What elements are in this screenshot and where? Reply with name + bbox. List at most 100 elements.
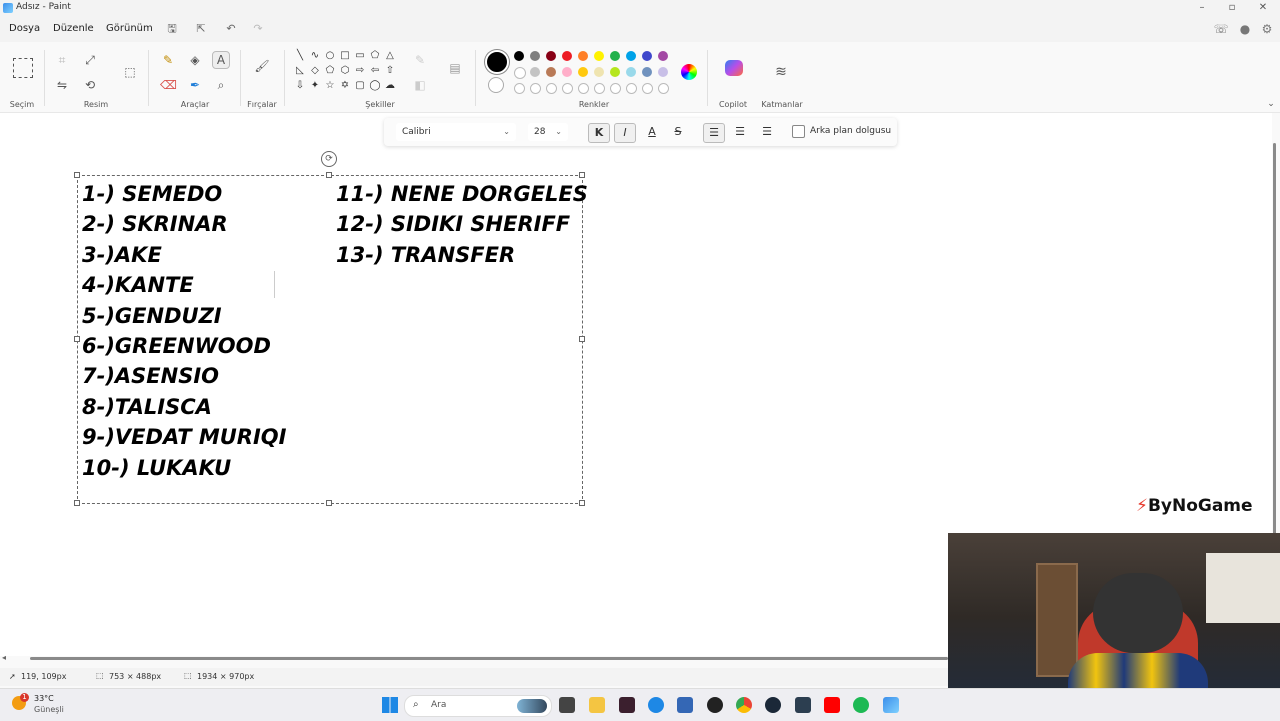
app-icon[interactable] — [707, 697, 723, 713]
palette-color-swatch[interactable] — [562, 67, 572, 77]
palette-color-swatch[interactable] — [610, 67, 620, 77]
text-tool-icon[interactable]: A — [212, 51, 230, 69]
ribbon-collapse-icon[interactable]: ⌄ — [1263, 96, 1279, 112]
taskbar-search[interactable]: ⌕ Ara — [404, 695, 552, 717]
fill-bucket-icon[interactable]: ◈ — [187, 52, 203, 68]
outline-icon[interactable]: ✎ — [412, 52, 428, 68]
font-family-select[interactable]: Calibri ⌄ — [396, 123, 516, 141]
custom-color-slot[interactable] — [514, 83, 525, 94]
selection-tool-icon[interactable] — [13, 58, 33, 78]
custom-color-slot[interactable] — [546, 83, 557, 94]
palette-color-swatch[interactable] — [546, 67, 556, 77]
align-right-icon[interactable]: ☰ — [757, 123, 777, 141]
palette-color-swatch[interactable] — [594, 67, 604, 77]
minimize-button[interactable]: – — [1191, 1, 1213, 15]
menu-edit[interactable]: Düzenle — [53, 23, 94, 34]
copilot-icon[interactable] — [725, 60, 743, 76]
custom-color-slot[interactable] — [626, 83, 637, 94]
share-icon[interactable]: ⇱ — [193, 21, 209, 37]
resize-icon[interactable]: ⤢ — [82, 52, 98, 68]
chrome-icon[interactable] — [736, 697, 752, 713]
edge-icon[interactable] — [648, 697, 664, 713]
resize-handle[interactable] — [579, 500, 585, 506]
text-box[interactable]: 1-) SEMEDO 2-) SKRINAR 3-)AKE 4-)KANTE 5-)GE… — [77, 175, 588, 504]
custom-color-slot[interactable] — [658, 83, 669, 94]
flip-icon[interactable]: ⇋ — [54, 77, 70, 93]
palette-color-swatch[interactable] — [610, 51, 620, 61]
store-icon[interactable] — [677, 697, 693, 713]
line-shape-icon[interactable]: ╲ — [294, 50, 306, 62]
palette-color-swatch[interactable] — [642, 67, 652, 77]
steam-icon[interactable] — [765, 697, 781, 713]
left-arrow-shape-icon[interactable]: ⇦ — [369, 65, 381, 77]
palette-color-swatch[interactable] — [658, 51, 668, 61]
palette-color-swatch[interactable] — [642, 51, 652, 61]
custom-color-slot[interactable] — [530, 83, 541, 94]
rectangle-shape-icon[interactable]: □ — [339, 50, 351, 62]
undo-icon[interactable]: ↶ — [223, 21, 239, 37]
custom-color-slot[interactable] — [578, 83, 589, 94]
five-point-star-shape-icon[interactable]: ☆ — [324, 80, 336, 92]
crop-icon[interactable]: ⌗ — [54, 52, 70, 68]
rotate-icon[interactable]: ⟲ — [82, 77, 98, 93]
custom-color-slot[interactable] — [610, 83, 621, 94]
youtube-icon[interactable] — [824, 697, 840, 713]
pencil-icon[interactable]: ✎ — [160, 52, 176, 68]
palette-color-swatch[interactable] — [530, 67, 540, 77]
maximize-button[interactable]: ▫ — [1221, 1, 1243, 15]
resize-handle[interactable] — [579, 336, 585, 342]
palette-color-swatch[interactable] — [514, 67, 526, 79]
palette-color-swatch[interactable] — [578, 51, 588, 61]
spotify-icon[interactable] — [853, 697, 869, 713]
rounded-rect-shape-icon[interactable]: ▭ — [354, 50, 366, 62]
palette-color-swatch[interactable] — [578, 67, 588, 77]
curve-shape-icon[interactable]: ∿ — [309, 50, 321, 62]
custom-color-slot[interactable] — [594, 83, 605, 94]
resize-handle[interactable] — [74, 336, 80, 342]
font-size-select[interactable]: 28 ⌄ — [528, 123, 568, 141]
up-arrow-shape-icon[interactable]: ⇧ — [384, 65, 396, 77]
polygon-shape-icon[interactable]: ⬠ — [369, 50, 381, 62]
rotate-handle-icon[interactable]: ⟳ — [321, 151, 337, 167]
menu-file[interactable]: Dosya — [9, 23, 40, 34]
custom-color-slot[interactable] — [562, 83, 573, 94]
brush-icon[interactable]: 🖌 — [254, 58, 270, 74]
palette-color-swatch[interactable] — [626, 67, 636, 77]
four-point-star-shape-icon[interactable]: ✦ — [309, 80, 321, 92]
shape-options-icon[interactable]: ▤ — [447, 60, 463, 76]
bold-button[interactable]: K — [588, 123, 610, 143]
diamond-shape-icon[interactable]: ◇ — [309, 65, 321, 77]
palette-color-swatch[interactable] — [514, 51, 524, 61]
resize-handle[interactable] — [74, 172, 80, 178]
cloud-shape-icon[interactable]: ☁ — [384, 80, 396, 92]
callout-rect-shape-icon[interactable]: ▢ — [354, 80, 366, 92]
right-triangle-shape-icon[interactable]: ◺ — [294, 65, 306, 77]
magnifier-icon[interactable]: ⌕ — [213, 77, 229, 93]
save-icon[interactable]: 🖫 — [164, 21, 180, 37]
align-left-icon[interactable]: ☰ — [703, 123, 725, 143]
palette-color-swatch[interactable] — [562, 51, 572, 61]
feedback-icon[interactable]: ☏ — [1212, 21, 1230, 37]
hexagon-shape-icon[interactable]: ⬡ — [339, 65, 351, 77]
resize-handle[interactable] — [326, 172, 332, 178]
primary-color-swatch[interactable] — [485, 50, 509, 74]
shape-fill-icon[interactable]: ◧ — [412, 77, 428, 93]
image-select-icon[interactable]: ⬚ — [122, 64, 138, 80]
edit-colors-icon[interactable] — [681, 64, 697, 80]
strikethrough-icon[interactable]: S — [668, 123, 688, 141]
app-icon-2[interactable] — [795, 697, 811, 713]
task-view-icon[interactable] — [559, 697, 575, 713]
horizontal-scroll-thumb[interactable] — [30, 657, 948, 660]
underline-icon[interactable]: A — [642, 123, 662, 141]
eraser-icon[interactable]: ⌫ — [160, 77, 177, 93]
resize-handle[interactable] — [74, 500, 80, 506]
redo-icon[interactable]: ↷ — [250, 21, 266, 37]
palette-color-swatch[interactable] — [626, 51, 636, 61]
settings-icon[interactable]: ⚙ — [1258, 21, 1276, 37]
palette-color-swatch[interactable] — [530, 51, 540, 61]
color-picker-icon[interactable]: ✒ — [187, 77, 203, 93]
menu-view[interactable]: Görünüm — [106, 23, 153, 34]
six-point-star-shape-icon[interactable]: ✡ — [339, 80, 351, 92]
custom-color-slot[interactable] — [642, 83, 653, 94]
premiere-app-icon[interactable] — [619, 697, 635, 713]
